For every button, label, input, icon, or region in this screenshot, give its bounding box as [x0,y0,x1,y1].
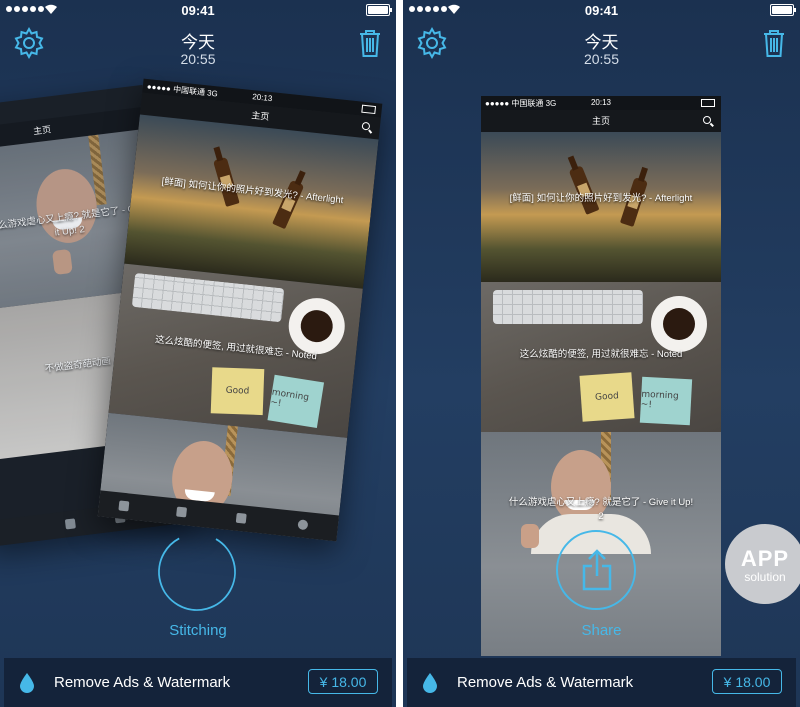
article-title: [鲜面] 如何让你的照片好到发光? - Afterlight [161,176,344,207]
battery-icon [770,4,796,16]
share-button[interactable] [556,530,636,610]
watermark-line2: solution [744,570,786,584]
mini-status-bar: ●●●●● 中国联通 3G 20:13 [481,96,721,110]
price-button[interactable]: ¥ 18.00 [308,669,378,694]
stitching-label: Stitching [169,622,227,639]
article-panel: Good morning ~! 这么炫酷的便签, 用过就很难忘 - Noted [481,282,721,432]
profile-icon [297,519,309,531]
status-bar: 09:41 [403,0,800,20]
water-drop-icon [20,673,34,693]
battery-icon [366,4,392,16]
sticky-note-yellow: Good [579,372,635,422]
date-time: 20:55 [180,51,216,67]
status-time: 09:41 [181,3,215,18]
water-drop-icon [423,673,437,693]
search-icon [703,116,711,124]
watermark-line1: APP [740,546,790,571]
article-title: [鲜面] 如何让你的照片好到发光? - Afterlight [509,193,693,204]
phone-screen-stitching: 09:41 今天 20:55 主页 什么游戏虐心又上瘾? 就是它了 - Give… [0,0,396,707]
share-icon [582,549,612,591]
share-label: Share [581,622,622,639]
remove-ads-label: Remove Ads & Watermark [457,674,634,691]
article-panel: [鲜面] 如何让你的照片好到发光? - Afterlight [481,132,721,282]
loading-spinner [158,533,236,611]
status-bar: 09:41 [0,0,396,20]
sticky-note-yellow: Good [210,367,265,416]
search-icon [361,121,371,131]
keyboard-image [131,272,285,323]
article-panel: [鲜面] 如何让你的照片好到发光? - Afterlight [124,114,379,289]
sticky-note-blue: morning ~! [639,376,693,426]
front-screenshot-card: ●●●●● 中国联通 3G 20:13 主页 [鲜面] 如何让你的照片好到发光?… [97,78,383,542]
article-panel: Good morning ~! 这么炫酷的便签, 用过就很难忘 - Noted [108,263,363,438]
app-solution-watermark: APP solution [725,524,800,604]
remove-ads-bar[interactable]: Remove Ads & Watermark ¥ 18.00 [407,658,796,707]
keyboard-image [493,290,643,324]
mini-nav-bar: 主页 [481,110,721,132]
mini-battery-icon [361,104,377,115]
phone-screen-share: 09:41 今天 20:55 ●●●●● 中国联通 3G 20:13 主页 [鲜… [403,0,800,707]
remove-ads-label: Remove Ads & Watermark [54,674,231,691]
mini-battery-icon [701,99,715,107]
date-title: 今天 [181,33,215,52]
mini-time: 20:13 [590,98,612,107]
status-time: 09:41 [584,3,619,18]
grid-icon [176,506,188,518]
date-title: 今天 [584,33,619,52]
trash-icon[interactable] [358,28,382,58]
mini-nav-title: 主页 [591,116,610,126]
bottle-image [568,165,600,215]
coffee-cup-image [651,296,707,352]
price-button[interactable]: ¥ 18.00 [712,669,782,694]
mini-nav-title: 主页 [250,110,270,122]
article-title: 这么炫酷的便签, 用过就很难忘 - Noted [519,349,683,360]
home-icon [118,500,130,512]
trash-icon[interactable] [762,28,786,58]
home-icon [64,518,76,530]
remove-ads-bar[interactable]: Remove Ads & Watermark ¥ 18.00 [4,658,392,707]
sticky-note-blue: morning ~! [267,374,325,428]
article-title: 什么游戏虐心又上瘾? 就是它了 - Give it Up! 2 [508,497,694,522]
list-icon [235,512,247,524]
date-time: 20:55 [583,51,620,67]
thumb-image [51,248,73,275]
thumb-image [521,524,539,548]
